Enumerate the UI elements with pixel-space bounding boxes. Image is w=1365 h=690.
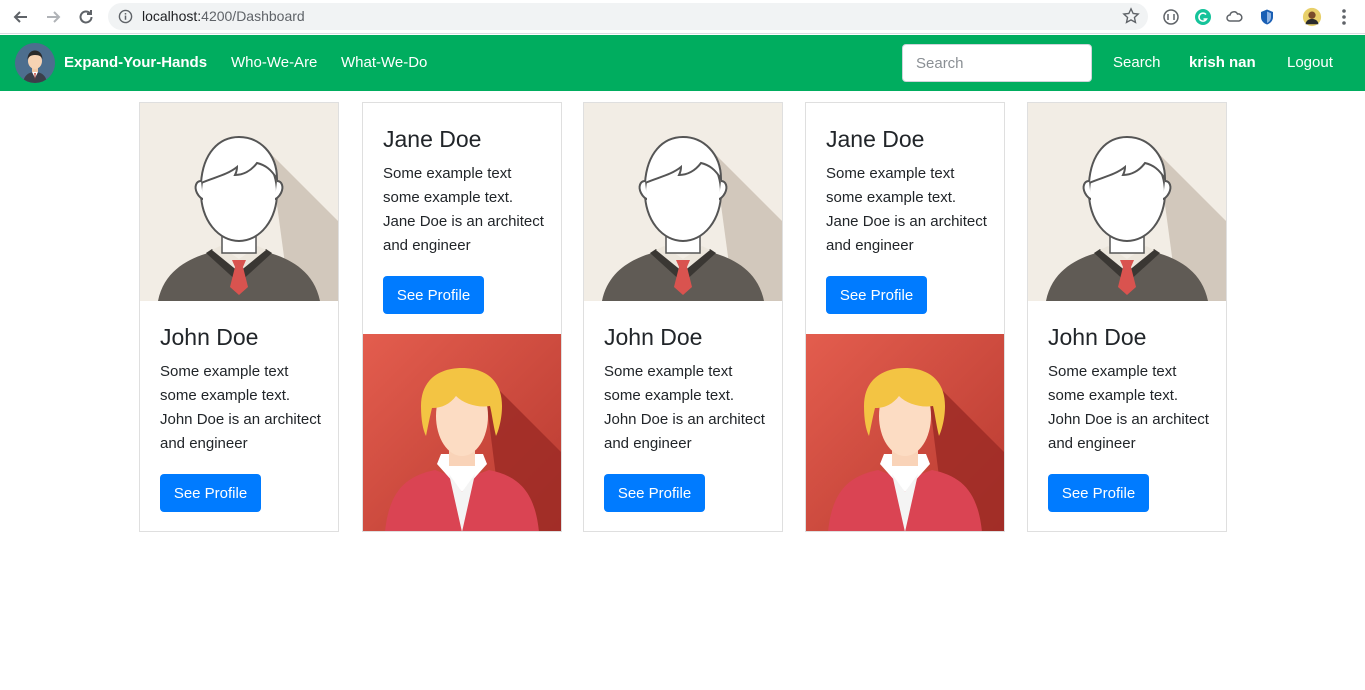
nav-link-who-we-are[interactable]: Who-We-Are	[231, 54, 317, 71]
search-input[interactable]	[902, 44, 1092, 82]
profile-card: Jane Doe Some example text some example …	[362, 102, 562, 532]
shield-icon[interactable]	[1257, 7, 1277, 27]
profile-card: John Doe Some example text some example …	[583, 102, 783, 532]
card-text: Some example text some example text. Joh…	[1048, 363, 1209, 452]
reload-icon[interactable]	[74, 5, 98, 29]
card-title: John Doe	[1048, 324, 1147, 350]
card-body: John Doe Some example text some example …	[604, 323, 769, 456]
card-text: Some example text some example text. Joh…	[604, 363, 765, 452]
see-profile-button[interactable]: See Profile	[1048, 474, 1149, 512]
extension-cloud-icon[interactable]	[1225, 7, 1245, 27]
info-icon[interactable]	[118, 9, 133, 24]
profile-card: John Doe Some example text some example …	[139, 102, 339, 532]
back-icon[interactable]	[9, 5, 33, 29]
card-title: Jane Doe	[826, 126, 925, 152]
profile-card: Jane Doe Some example text some example …	[805, 102, 1005, 532]
grammarly-icon[interactable]	[1193, 7, 1213, 27]
address-bar[interactable]: localhost:4200/Dashboard	[108, 3, 1148, 30]
male-avatar-image	[1028, 103, 1226, 301]
card-body: John Doe Some example text some example …	[1048, 323, 1213, 456]
logout-button[interactable]: Logout	[1287, 54, 1333, 71]
url-host: localhost:	[142, 8, 202, 24]
brand-logo-icon[interactable]	[15, 43, 55, 83]
card-title: John Doe	[160, 324, 259, 350]
profile-avatar-icon[interactable]	[1302, 7, 1322, 27]
male-avatar-image	[584, 103, 782, 301]
card-body: Jane Doe Some example text some example …	[383, 125, 548, 258]
card-body: John Doe Some example text some example …	[160, 323, 325, 456]
user-name[interactable]: krish nan	[1189, 54, 1256, 71]
male-avatar-image	[140, 103, 338, 301]
app-navbar: Expand-Your-Hands Who-We-Are What-We-Do …	[0, 35, 1365, 91]
see-profile-button[interactable]: See Profile	[826, 276, 927, 314]
see-profile-button[interactable]: See Profile	[604, 474, 705, 512]
extension-icon[interactable]	[1161, 7, 1181, 27]
brand-name[interactable]: Expand-Your-Hands	[64, 54, 207, 71]
url-text: localhost:4200/Dashboard	[142, 8, 305, 24]
search-button[interactable]: Search	[1113, 54, 1161, 71]
browser-toolbar: localhost:4200/Dashboard	[0, 0, 1365, 34]
card-title: John Doe	[604, 324, 703, 350]
female-avatar-image	[363, 334, 561, 531]
forward-icon[interactable]	[41, 5, 65, 29]
card-text: Some example text some example text. Joh…	[160, 363, 321, 452]
profile-card: John Doe Some example text some example …	[1027, 102, 1227, 532]
card-body: Jane Doe Some example text some example …	[826, 125, 991, 258]
see-profile-button[interactable]: See Profile	[383, 276, 484, 314]
card-text: Some example text some example text. Jan…	[826, 165, 987, 254]
female-avatar-image	[806, 334, 1004, 531]
bookmark-star-icon[interactable]	[1122, 7, 1140, 25]
menu-dots-icon[interactable]	[1334, 7, 1354, 27]
card-text: Some example text some example text. Jan…	[383, 165, 544, 254]
nav-link-what-we-do[interactable]: What-We-Do	[341, 54, 427, 71]
url-path: 4200/Dashboard	[201, 8, 305, 24]
see-profile-button[interactable]: See Profile	[160, 474, 261, 512]
card-title: Jane Doe	[383, 126, 482, 152]
